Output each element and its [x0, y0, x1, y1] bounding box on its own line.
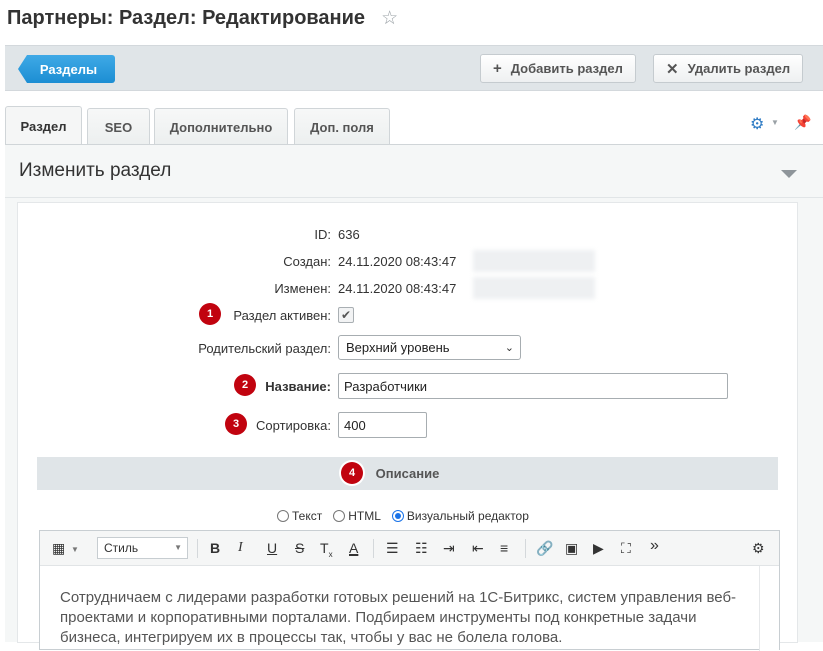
add-section-label: Добавить раздел [510, 61, 623, 76]
numbered-list-icon[interactable]: ☰ [386, 540, 399, 557]
link-icon[interactable]: 🔗 [536, 540, 553, 557]
editor-mode-switch: Текст HTML Визуальный редактор [277, 509, 540, 523]
outdent-icon[interactable]: ⇤ [472, 540, 484, 557]
annotation-badge-3: 3 [225, 413, 247, 435]
film-strip-icon[interactable]: ▦ [52, 540, 65, 557]
bold-icon[interactable]: B [210, 540, 220, 556]
mode-html-radio[interactable] [333, 510, 346, 522]
checkmark-icon: ✔ [340, 308, 352, 322]
visual-editor: ▦ ▼ Стиль ▼ B I U S Tx A ☰ ☷ ⇥ ⇤ ≡ 🔗 ▣ ▶… [39, 530, 780, 651]
tab-seo[interactable]: SEO [87, 108, 150, 145]
blurred-user [473, 277, 595, 299]
style-select[interactable]: Стиль ▼ [97, 537, 188, 559]
more-icon[interactable]: » [650, 537, 659, 555]
mode-text-option[interactable]: Текст [277, 509, 322, 523]
editor-content[interactable]: Сотрудничаем с лидерами разработки готов… [60, 588, 760, 648]
plus-icon: + [493, 60, 502, 77]
style-select-label: Стиль [104, 541, 139, 555]
created-label: Создан: [283, 254, 331, 269]
pin-icon[interactable]: 📌 [794, 114, 811, 131]
annotation-badge-1: 1 [199, 303, 221, 325]
tab-bar: Раздел SEO Дополнительно Доп. поля ⚙ ▼ 📌 [5, 104, 823, 146]
underline-icon[interactable]: U [267, 540, 277, 556]
mode-text-label: Текст [292, 509, 323, 523]
delete-section-button[interactable]: ✕ Удалить раздел [653, 54, 804, 83]
action-toolbar: Разделы + Добавить раздел ✕ Удалить разд… [5, 45, 823, 91]
collapse-arrow-icon[interactable] [781, 170, 797, 178]
parent-section-value: Верхний уровень [346, 340, 450, 355]
chevron-down-icon: ⌄ [504, 342, 514, 354]
star-icon[interactable]: ☆ [381, 9, 398, 28]
blurred-user [473, 250, 595, 272]
chevron-down-icon[interactable]: ▼ [71, 545, 79, 554]
align-icon[interactable]: ≡ [500, 540, 508, 556]
add-section-button[interactable]: + Добавить раздел [480, 54, 636, 83]
mode-html-label: HTML [348, 509, 381, 523]
toolbar-divider [373, 539, 374, 558]
sort-input[interactable]: 400 [338, 412, 427, 438]
mode-html-option[interactable]: HTML [333, 509, 381, 523]
tab-section[interactable]: Раздел [5, 106, 82, 146]
editor-toolbar: ▦ ▼ Стиль ▼ B I U S Tx A ☰ ☷ ⇥ ⇤ ≡ 🔗 ▣ ▶… [40, 531, 779, 566]
editor-scrollbar[interactable] [759, 566, 779, 651]
indent-icon[interactable]: ⇥ [443, 540, 455, 557]
toolbar-divider [197, 539, 198, 558]
close-icon: ✕ [666, 60, 679, 78]
id-label: ID: [314, 227, 331, 242]
text-color-icon[interactable]: A [349, 540, 358, 556]
gear-icon[interactable]: ⚙ [750, 114, 764, 134]
fullscreen-icon[interactable]: ⛶ [621, 540, 631, 557]
tab-extra-fields[interactable]: Доп. поля [294, 108, 390, 145]
parent-label: Родительский раздел: [198, 341, 331, 356]
parent-section-select[interactable]: Верхний уровень ⌄ [338, 335, 521, 360]
gear-icon[interactable]: ⚙ [752, 540, 765, 557]
page-header: Партнеры: Раздел: Редактирование ☆ [7, 4, 398, 32]
active-label: Раздел активен: [233, 308, 331, 323]
bullet-list-icon[interactable]: ☷ [415, 540, 428, 557]
description-section-header: Описание [37, 457, 778, 490]
annotation-badge-2: 2 [234, 374, 256, 396]
strikethrough-icon[interactable]: S [295, 540, 304, 556]
toolbar-divider [525, 539, 526, 558]
delete-section-label: Удалить раздел [687, 61, 791, 76]
video-icon[interactable]: ▶ [593, 540, 604, 557]
panel-title: Изменить раздел [19, 160, 172, 181]
id-value: 636 [338, 227, 360, 242]
modified-label: Изменен: [274, 281, 331, 296]
chevron-down-icon: ▼ [174, 543, 182, 552]
name-label: Название: [265, 379, 331, 394]
edit-panel: Изменить раздел ID: 636 Создан: 24.11.20… [5, 144, 823, 651]
tab-additional[interactable]: Дополнительно [154, 108, 288, 145]
image-icon[interactable]: ▣ [565, 540, 578, 557]
annotation-badge-4: 4 [341, 462, 363, 484]
modified-value: 24.11.2020 08:43:47 [338, 281, 457, 296]
italic-icon[interactable]: I [238, 540, 243, 556]
page-title: Партнеры: Раздел: Редактирование [7, 6, 366, 29]
back-to-sections-button[interactable]: Разделы [18, 55, 115, 83]
chevron-down-icon[interactable]: ▼ [771, 118, 779, 127]
created-value: 24.11.2020 08:43:47 [338, 254, 457, 269]
mode-visual-option[interactable]: Визуальный редактор [391, 509, 529, 523]
sort-label: Сортировка: [256, 418, 331, 433]
form-box: ID: 636 Создан: 24.11.2020 08:43:47 Изме… [17, 202, 798, 651]
name-input[interactable]: Разработчики [338, 373, 728, 399]
panel-header: Изменить раздел [5, 145, 823, 198]
description-header-label: Описание [375, 466, 440, 481]
mode-visual-radio[interactable] [391, 510, 404, 522]
clear-format-icon[interactable]: Tx [320, 540, 333, 559]
mode-text-radio[interactable] [277, 510, 289, 522]
active-checkbox[interactable]: ✔ [338, 307, 354, 323]
mode-visual-label: Визуальный редактор [406, 509, 529, 523]
